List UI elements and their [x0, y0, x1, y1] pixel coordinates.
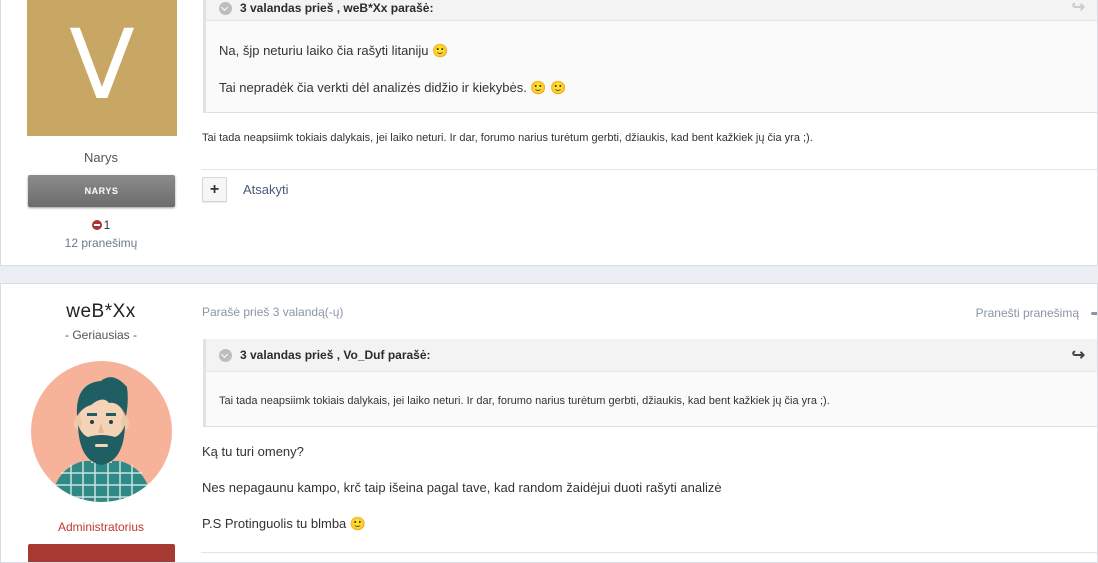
quote-citation: 3 valandas prieš , weB*Xx parašė: — [240, 1, 434, 15]
post-text: Ką tu turi omeny? — [202, 444, 304, 459]
bearded-man-avatar-icon — [51, 377, 152, 502]
report-post-link[interactable]: Pranešti pranešimą — [976, 306, 1079, 320]
reputation-negative-icon — [91, 220, 102, 230]
multiquote-button[interactable]: + — [202, 177, 227, 202]
post-content: Parašė prieš 3 valandą(-ų) Pranešti pran… — [201, 284, 1097, 562]
quote-line: Tai tada neapsiimk tokiais dalykais, jei… — [219, 395, 830, 407]
collapse-chevron-icon[interactable] — [219, 2, 232, 15]
reputation-value: 1 — [103, 218, 111, 232]
post-count[interactable]: 12 pranešimų — [1, 236, 201, 250]
share-icon[interactable] — [1091, 312, 1097, 315]
quote-line: Na, šjp neturiu laiko čia rašyti litanij… — [219, 43, 449, 58]
post-date[interactable]: Parašė prieš 3 valandą(-ų) — [202, 305, 343, 319]
reply-link[interactable]: Atsakyti — [243, 182, 289, 197]
post-content: 3 valandas prieš , weB*Xx parašė: ↪ Na, … — [201, 0, 1097, 265]
reputation-count: 1 — [1, 218, 201, 232]
divider — [201, 169, 1097, 170]
author-panel: weB*Xx - Geriausias - Administratorius — [1, 284, 201, 562]
avatar[interactable] — [31, 361, 172, 502]
user-group: Administratorius — [57, 520, 145, 534]
collapse-chevron-icon[interactable] — [219, 349, 232, 362]
share-icon[interactable]: ↪ — [1072, 0, 1085, 17]
quote-header: 3 valandas prieš , Vo_Duf parašė: ↪ — [206, 339, 1097, 372]
avatar-letter: V — [69, 9, 135, 121]
forum-post: weB*Xx - Geriausias - Administratorius P… — [0, 283, 1098, 563]
rank-badge: NARYS — [28, 175, 175, 207]
quote-line: Tai nepradėk čia verkti dėl analizės did… — [219, 80, 567, 95]
quote-block: 3 valandas prieš , Vo_Duf parašė: ↪ Tai … — [203, 339, 1097, 427]
author-panel: V Narys NARYS 1 12 pranešimų — [1, 0, 201, 265]
group-badge — [28, 544, 175, 562]
share-icon[interactable]: ↪ — [1072, 339, 1085, 372]
post-text: P.S Protinguolis tu blmba 🙂 — [202, 516, 367, 531]
username[interactable]: weB*Xx — [1, 301, 201, 323]
user-title: - Geriausias - — [64, 328, 138, 342]
post-text: Tai tada neapsiimk tokiais dalykais, jei… — [202, 132, 813, 144]
quote-citation: 3 valandas prieš , Vo_Duf parašė: — [240, 348, 431, 362]
quote-block: 3 valandas prieš , weB*Xx parašė: ↪ Na, … — [203, 0, 1097, 113]
divider — [201, 552, 1097, 553]
member-title: Narys — [84, 150, 118, 165]
forum-post: V Narys NARYS 1 12 pranešimų 3 valandas … — [0, 0, 1098, 266]
quote-header: 3 valandas prieš , weB*Xx parašė: ↪ — [206, 0, 1097, 21]
post-text: Nes nepagaunu kampo, krč taip išeina pag… — [202, 480, 722, 495]
avatar[interactable]: V — [27, 0, 177, 136]
